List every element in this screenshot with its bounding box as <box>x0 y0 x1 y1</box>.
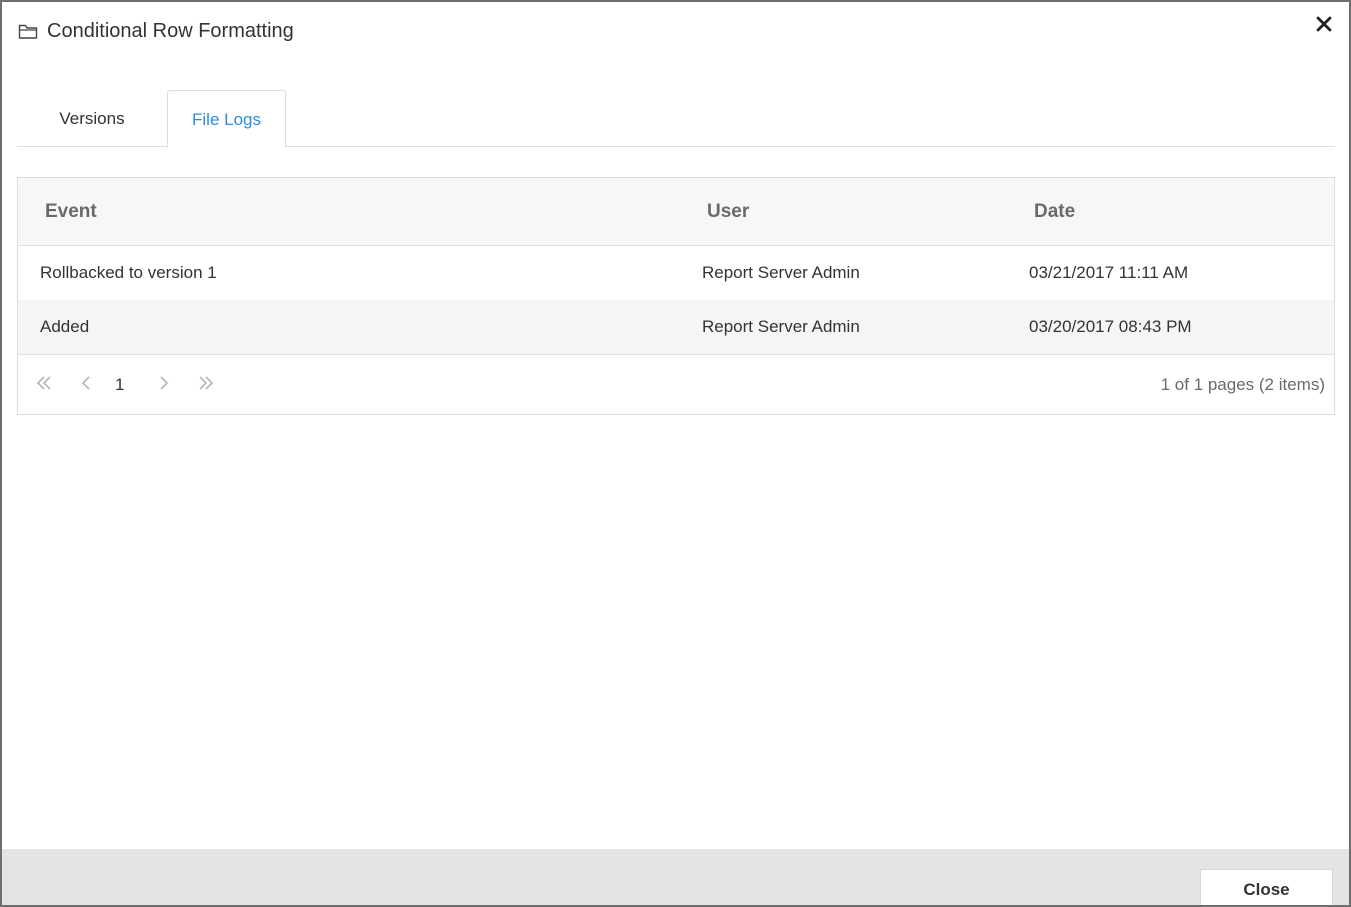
dialog-header: Conditional Row Formatting <box>2 2 1349 64</box>
last-page-icon[interactable] <box>196 373 216 393</box>
previous-page-icon[interactable] <box>76 373 96 393</box>
table-row[interactable]: Added Report Server Admin 03/20/2017 08:… <box>18 300 1334 354</box>
dialog-footer: Close <box>2 849 1349 905</box>
page-number[interactable]: 1 <box>115 373 124 397</box>
folder-icon <box>18 22 38 40</box>
cell-date: 03/21/2017 11:11 AM <box>1029 263 1189 282</box>
column-header-event[interactable]: Event <box>45 178 97 246</box>
cell-user: Report Server Admin <box>702 263 860 282</box>
dialog-title: Conditional Row Formatting <box>47 20 294 42</box>
tab-versions[interactable]: Versions <box>17 90 167 147</box>
cell-date: 03/20/2017 08:43 PM <box>1029 317 1192 336</box>
cell-user: Report Server Admin <box>702 317 860 336</box>
table-row[interactable]: Rollbacked to version 1 Report Server Ad… <box>18 246 1334 300</box>
next-page-icon[interactable] <box>154 373 174 393</box>
tab-file-logs[interactable]: File Logs <box>167 90 286 148</box>
grid-header: Event User Date <box>18 178 1334 246</box>
column-header-user[interactable]: User <box>707 178 749 246</box>
tab-strip: Versions File Logs <box>17 90 1335 148</box>
file-logs-dialog: Conditional Row Formatting Versions File… <box>0 0 1351 907</box>
column-header-date[interactable]: Date <box>1034 178 1075 246</box>
file-logs-grid: Event User Date Rollbacked to version 1 … <box>17 177 1335 415</box>
first-page-icon[interactable] <box>34 373 54 393</box>
cell-event: Added <box>40 317 90 336</box>
cell-event: Rollbacked to version 1 <box>40 263 217 282</box>
close-icon[interactable] <box>1313 13 1335 35</box>
grid-pager: 1 1 of 1 pages (2 items) <box>18 354 1334 414</box>
close-button[interactable]: Close <box>1200 869 1333 905</box>
pager-info: 1 of 1 pages (2 items) <box>1160 375 1325 394</box>
